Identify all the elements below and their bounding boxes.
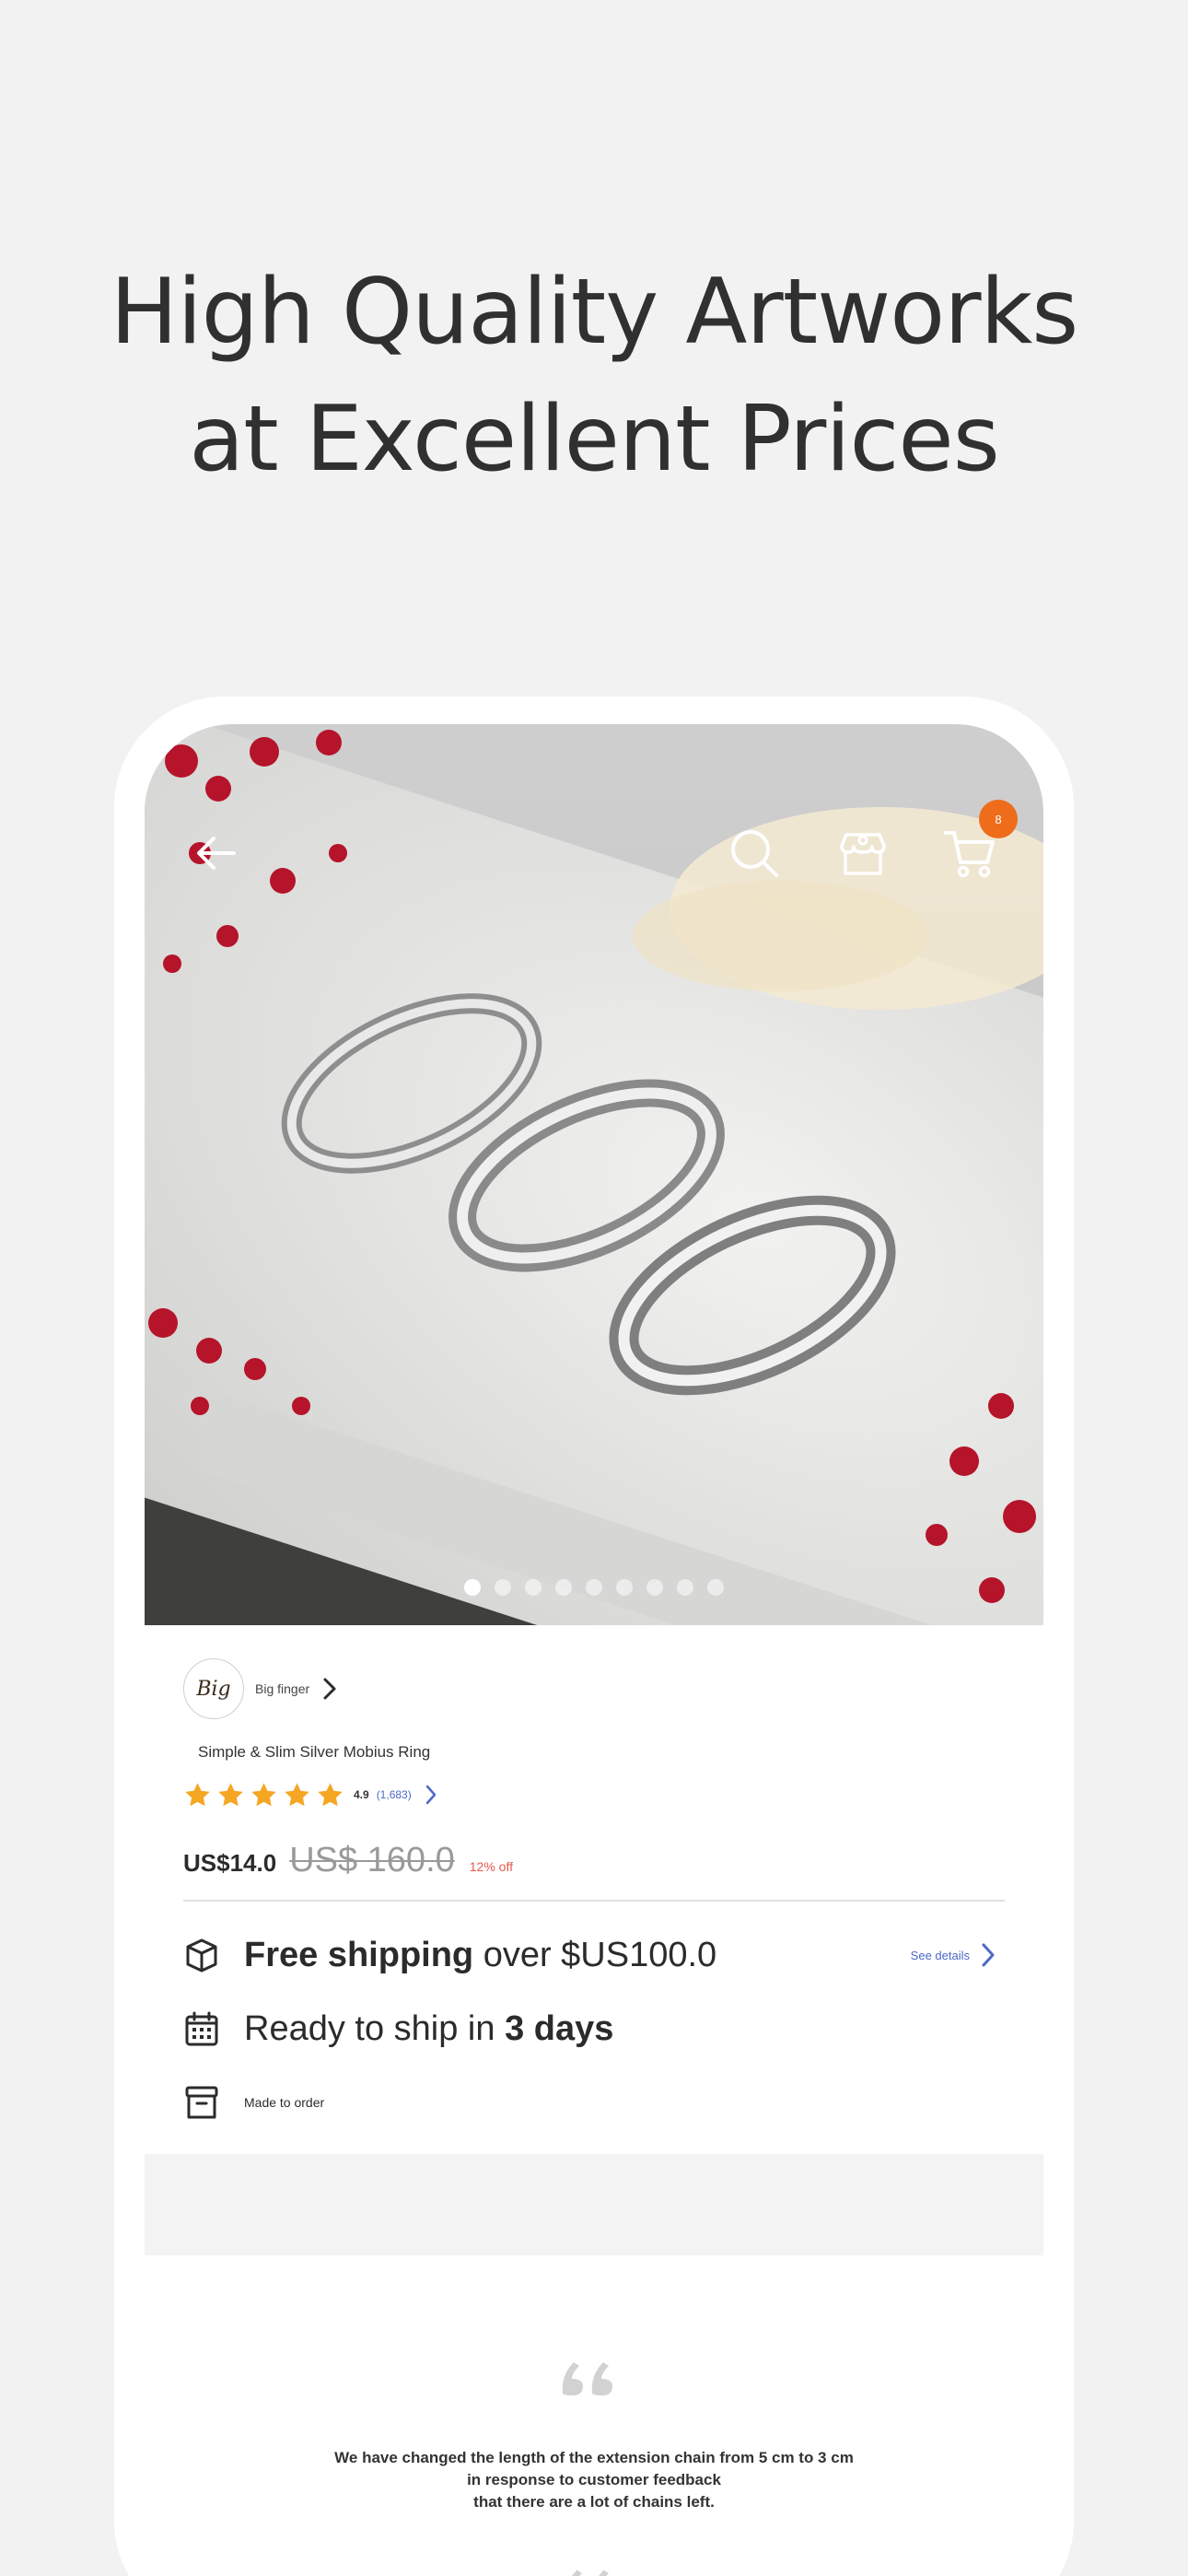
top-bar bbox=[145, 816, 1043, 890]
free-shipping-label: Free shipping bbox=[244, 1935, 474, 1974]
price-row: US$14.0 US$ 160.0 12% off bbox=[183, 1841, 513, 1887]
product-info: Big Big finger Simple & Slim Silver Mobi… bbox=[145, 1625, 1043, 2154]
see-details-link[interactable]: See details bbox=[911, 1942, 996, 1968]
section-spacer bbox=[145, 2154, 1043, 2255]
shop-name: Big finger bbox=[255, 1681, 310, 1696]
ready-to-ship-text: Ready to ship in 3 days bbox=[244, 2009, 613, 2049]
review-line: We have changed the length of the extens… bbox=[334, 2449, 854, 2466]
shipping-row: Free shipping over $US100.0 See details bbox=[183, 1929, 1005, 1981]
shipping-text: Free shipping over $US100.0 bbox=[244, 1936, 716, 1975]
review-text: We have changed the length of the extens… bbox=[200, 2447, 988, 2513]
star-icon bbox=[185, 1782, 210, 1806]
rating-row[interactable]: 4.9 (1,683) bbox=[183, 1778, 437, 1811]
divider bbox=[183, 1900, 1005, 1902]
review-line: that there are a lot of chains left. bbox=[473, 2493, 715, 2511]
made-to-order-row: Made to order bbox=[183, 2077, 1005, 2128]
product-screen: 8 Big Big finger Simple & Slim Silver Mo… bbox=[145, 724, 1043, 2576]
rating-stars bbox=[183, 1781, 344, 1809]
chevron-right-icon bbox=[425, 1785, 436, 1805]
product-image[interactable]: 8 bbox=[145, 724, 1043, 1625]
search-button[interactable] bbox=[717, 816, 791, 890]
ready-prefix: Ready to ship in bbox=[244, 2008, 506, 2048]
review-line: in response to customer feedback bbox=[467, 2471, 721, 2488]
star-icon bbox=[251, 1782, 276, 1806]
carousel-dot[interactable] bbox=[646, 1579, 663, 1596]
headline-line-1: High Quality Artworks bbox=[110, 260, 1079, 365]
ship-days: 3 days bbox=[505, 2008, 614, 2048]
star-icon bbox=[285, 1782, 309, 1806]
ready-to-ship-row: Ready to ship in 3 days bbox=[183, 2003, 1005, 2055]
shop-link[interactable]: Big Big finger bbox=[183, 1658, 339, 1719]
see-details-label: See details bbox=[910, 1948, 970, 1962]
calendar-icon bbox=[185, 2011, 218, 2046]
shop-button[interactable] bbox=[826, 816, 900, 890]
carousel-dot[interactable] bbox=[707, 1579, 724, 1596]
current-price: US$14.0 bbox=[183, 1849, 277, 1877]
product-name: Simple & Slim Silver Mobius Ring bbox=[198, 1743, 431, 1761]
carousel-dot[interactable] bbox=[677, 1579, 693, 1596]
carousel-dots bbox=[145, 1579, 1043, 1596]
arrow-left-icon bbox=[197, 837, 236, 870]
search-icon bbox=[731, 830, 778, 877]
discount-label: 12% off bbox=[469, 1859, 513, 1874]
review-section: We have changed the length of the extens… bbox=[145, 2255, 1043, 2576]
carousel-dot[interactable] bbox=[616, 1579, 633, 1596]
chevron-right-icon bbox=[323, 1678, 336, 1700]
shop-avatar: Big bbox=[183, 1658, 244, 1719]
rating-value: 4.9 bbox=[354, 1788, 369, 1801]
original-price: US$ 160.0 bbox=[289, 1841, 455, 1879]
carousel-dot[interactable] bbox=[525, 1579, 542, 1596]
star-icon bbox=[318, 1782, 343, 1806]
headline: High Quality Artworks at Excellent Price… bbox=[0, 249, 1188, 503]
headline-line-2: at Excellent Prices bbox=[189, 387, 1000, 492]
archive-box-icon bbox=[185, 2086, 218, 2119]
quote-icon bbox=[572, 2570, 609, 2576]
star-icon bbox=[218, 1782, 243, 1806]
shop-icon bbox=[840, 833, 886, 875]
carousel-dot[interactable] bbox=[495, 1579, 511, 1596]
carousel-dot[interactable] bbox=[555, 1579, 572, 1596]
chevron-right-icon bbox=[982, 1943, 995, 1967]
rating-count: (1,683) bbox=[376, 1788, 412, 1801]
shipping-threshold: over $US100.0 bbox=[473, 1935, 717, 1974]
made-to-order-label: Made to order bbox=[244, 2095, 325, 2110]
quote-icon bbox=[562, 2362, 612, 2395]
cart-badge: 8 bbox=[979, 800, 1018, 838]
back-button[interactable] bbox=[180, 816, 253, 890]
package-icon bbox=[186, 1938, 217, 1973]
avatar-logo: Big bbox=[196, 1677, 231, 1701]
carousel-dot[interactable] bbox=[464, 1579, 481, 1596]
carousel-dot[interactable] bbox=[586, 1579, 602, 1596]
